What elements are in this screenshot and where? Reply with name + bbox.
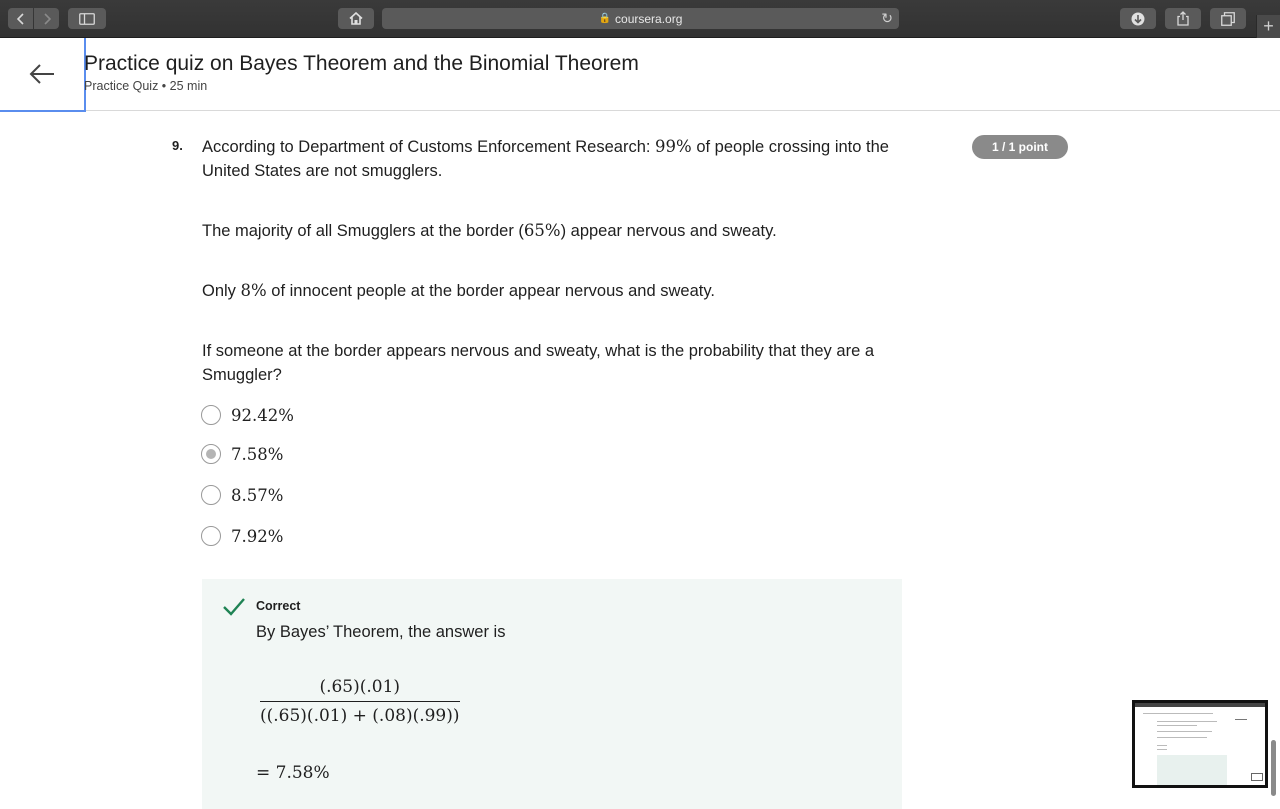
question-paragraph-2: The majority of all Smugglers at the bor… (202, 219, 912, 243)
radio-button[interactable] (201, 405, 221, 425)
option-label: 92.42% (231, 405, 294, 425)
address-bar[interactable]: 🔒 coursera.org ↻ (382, 8, 899, 29)
home-icon (349, 12, 363, 25)
arrow-left-icon (29, 64, 54, 84)
math-value: 8% (240, 281, 267, 300)
lock-icon: 🔒 (598, 13, 612, 24)
forward-nav-button[interactable] (34, 8, 59, 29)
formula-result: = 7.58% (256, 763, 330, 783)
browser-toolbar: 🔒 coursera.org ↻ + (0, 0, 1280, 38)
tabs-icon (1221, 11, 1235, 26)
back-button[interactable] (0, 38, 86, 112)
checkmark-icon (223, 598, 245, 616)
plus-icon: + (1263, 16, 1274, 36)
fraction-formula: (.65)(.01) ((.65)(.01) + (.08)(.99)) (260, 677, 460, 726)
sidebar-toggle-button[interactable] (68, 8, 106, 29)
math-value: 99% (655, 137, 692, 156)
option-label: 7.58% (231, 444, 284, 464)
back-nav-button[interactable] (8, 8, 33, 29)
chevron-left-icon (16, 12, 24, 25)
fraction-denominator: ((.65)(.01) + (.08)(.99)) (260, 701, 460, 726)
option-label: 7.92% (231, 526, 284, 546)
home-button[interactable] (338, 8, 374, 29)
scrollbar-thumb[interactable] (1271, 740, 1276, 796)
fraction-numerator: (.65)(.01) (319, 677, 401, 697)
question-paragraph-3: Only 8% of innocent people at the border… (202, 279, 912, 303)
share-icon (1177, 11, 1189, 26)
option-label: 8.57% (231, 485, 284, 505)
feedback-status: Correct (256, 599, 301, 613)
url-text: coursera.org (615, 11, 683, 26)
radio-button-selected[interactable] (201, 444, 221, 464)
question-number: 9. (172, 138, 183, 153)
answer-option[interactable]: 7.58% (201, 443, 283, 465)
quiz-meta: Practice Quiz • 25 min (84, 79, 208, 93)
expand-icon[interactable] (1251, 773, 1263, 781)
text-segment: ) appear nervous and sweaty. (560, 222, 777, 240)
downloads-button[interactable] (1120, 8, 1156, 29)
text-segment: The majority of all Smugglers at the bor… (202, 222, 524, 240)
reload-icon[interactable]: ↻ (881, 10, 893, 27)
text-segment: of innocent people at the border appear … (266, 282, 715, 300)
points-badge: 1 / 1 point (972, 135, 1068, 159)
chevron-right-icon (43, 12, 51, 25)
share-button[interactable] (1165, 8, 1201, 29)
feedback-panel: Correct By Bayes’ Theorem, the answer is… (202, 579, 902, 809)
radio-button[interactable] (201, 485, 221, 505)
question-paragraph-1: According to Department of Customs Enfor… (202, 135, 912, 183)
text-segment: According to Department of Customs Enfor… (202, 138, 656, 156)
text-segment: Only (202, 282, 241, 300)
feedback-explanation: By Bayes’ Theorem, the answer is (256, 623, 506, 641)
show-tabs-button[interactable] (1210, 8, 1246, 29)
quiz-header: Practice quiz on Bayes Theorem and the B… (0, 38, 1280, 112)
answer-option[interactable]: 8.57% (201, 484, 283, 506)
page-thumbnail[interactable] (1132, 700, 1268, 788)
answer-option[interactable]: 92.42% (201, 404, 294, 426)
answer-option[interactable]: 7.92% (201, 525, 283, 547)
new-tab-button[interactable]: + (1256, 15, 1280, 38)
download-icon (1131, 12, 1145, 25)
math-value: 65% (523, 221, 561, 240)
radio-button[interactable] (201, 526, 221, 546)
question-prompt: If someone at the border appears nervous… (202, 342, 875, 384)
sidebar-icon (79, 12, 95, 25)
page-title: Practice quiz on Bayes Theorem and the B… (84, 52, 639, 75)
